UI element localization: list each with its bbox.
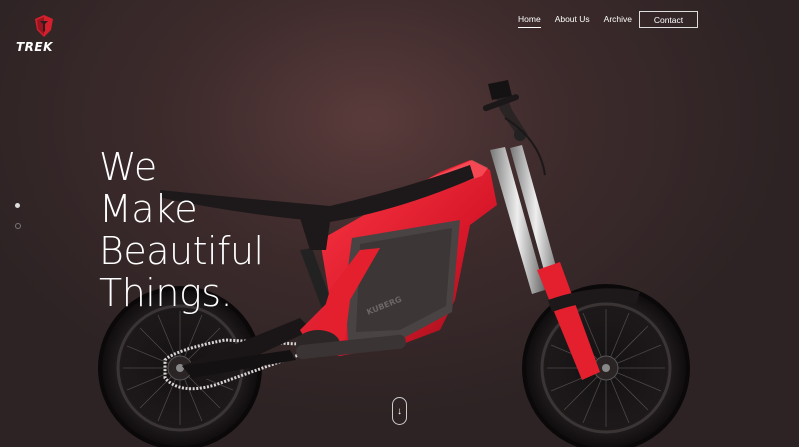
headline-line-4: Things. bbox=[99, 271, 233, 315]
front-wheel bbox=[522, 284, 690, 447]
scroll-down-button[interactable]: ↓ bbox=[392, 397, 407, 425]
hero-headline: We Make Beautiful Things. bbox=[99, 146, 264, 314]
headline-line-3: Beautiful bbox=[99, 229, 264, 273]
slide-dot-1[interactable] bbox=[15, 203, 20, 208]
headline-line-2: Make bbox=[99, 187, 198, 231]
slide-dot-2[interactable] bbox=[15, 223, 21, 229]
headline-line-1: We bbox=[99, 145, 157, 189]
arrow-down-icon: ↓ bbox=[397, 405, 402, 417]
slide-pagination bbox=[15, 203, 21, 244]
